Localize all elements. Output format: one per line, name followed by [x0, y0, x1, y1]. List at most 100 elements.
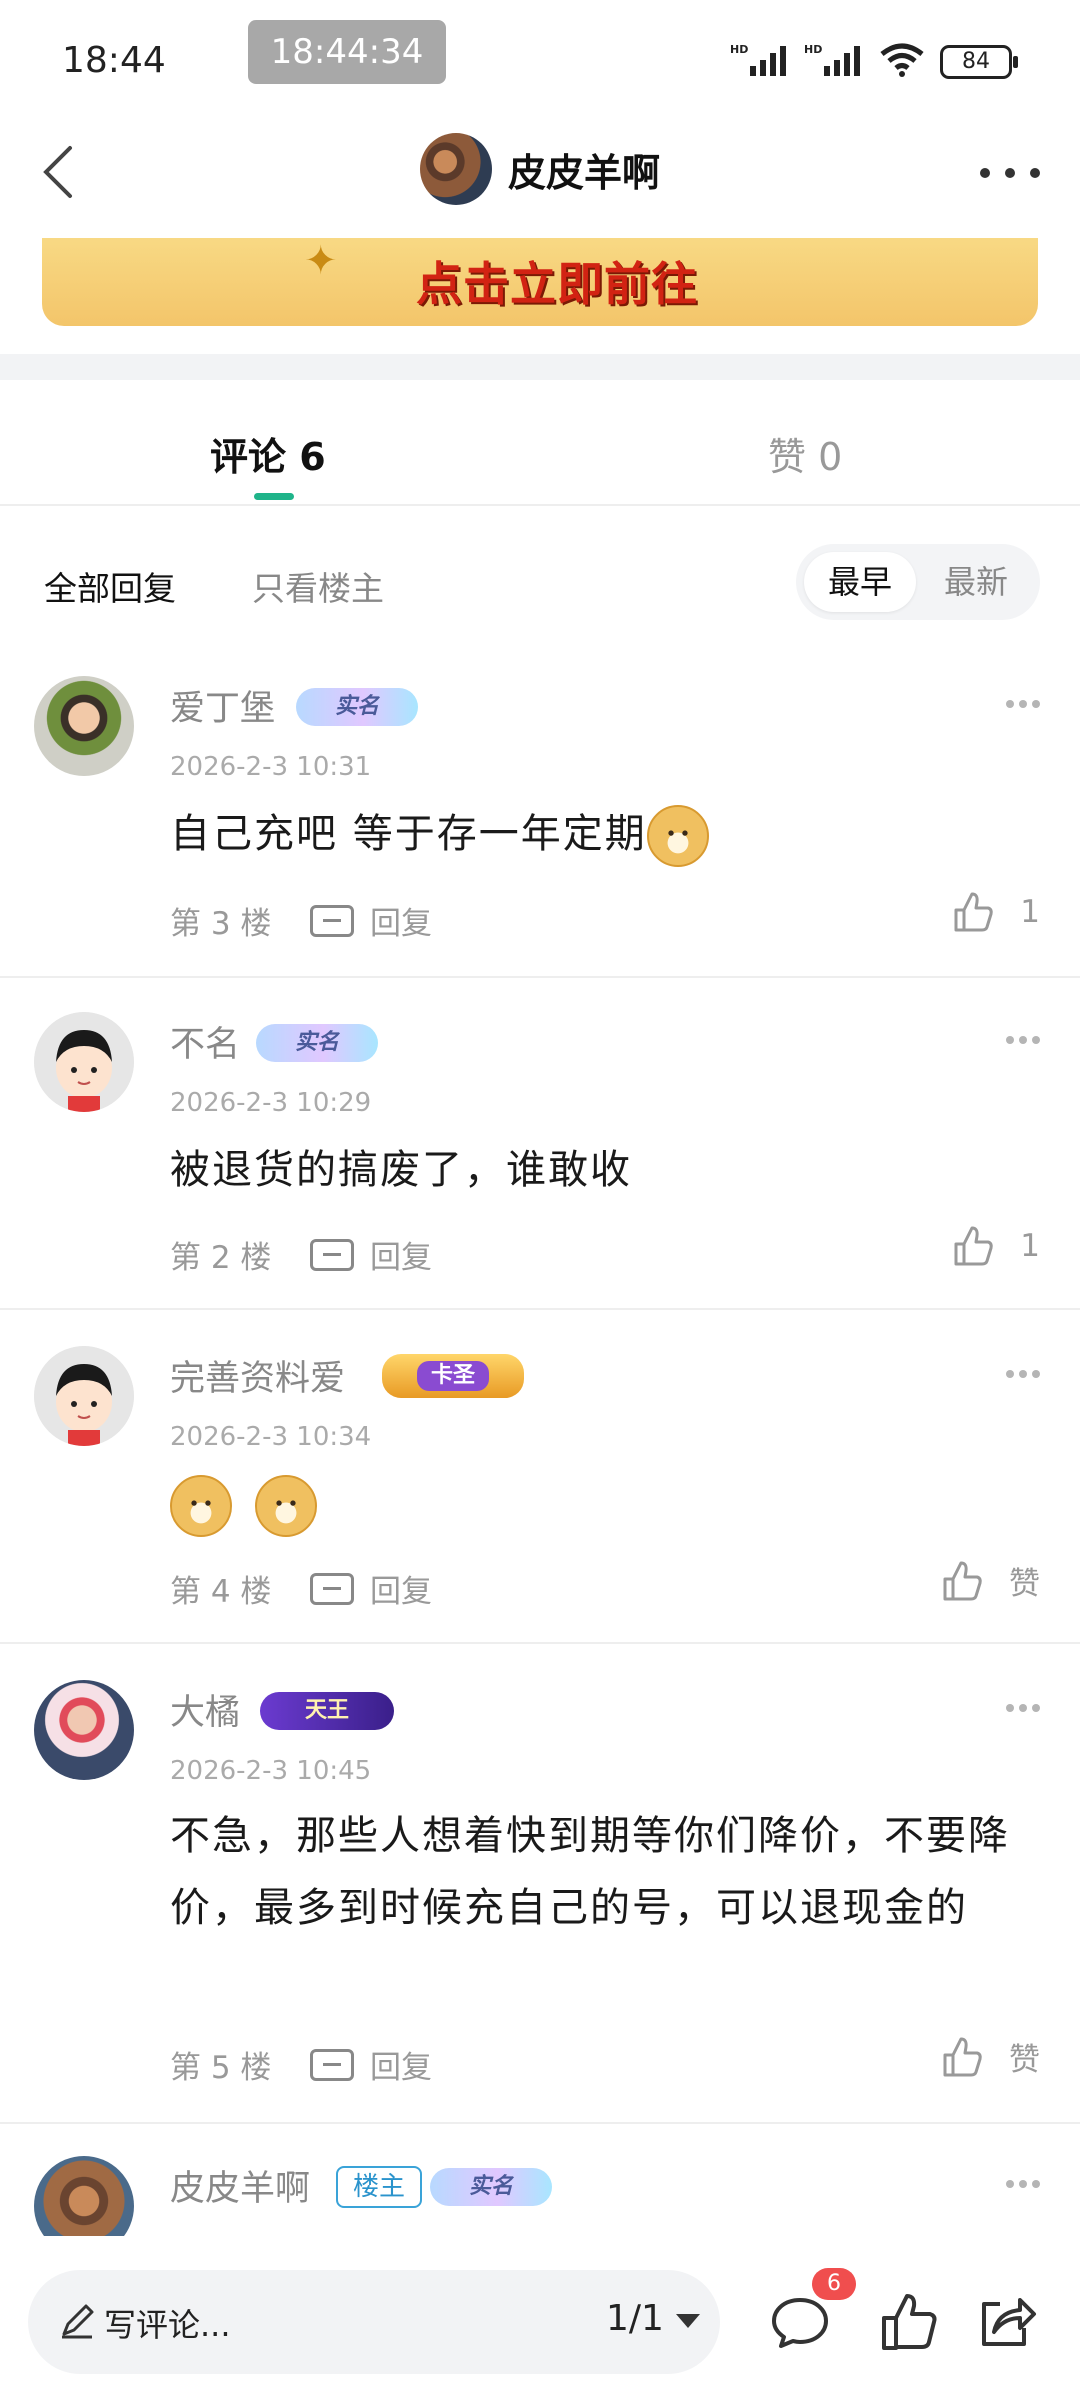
reply-icon[interactable]: [310, 2048, 354, 2081]
cartoon-avatar-icon: [34, 1346, 134, 1446]
promo-banner[interactable]: ✦ 点击立即前往: [42, 238, 1038, 326]
user-name[interactable]: 不名: [170, 1016, 240, 1067]
badge-label: 卡圣: [416, 1361, 489, 1391]
reply-icon[interactable]: [310, 1572, 354, 1605]
comment-more-button[interactable]: [1006, 1036, 1040, 1044]
comment-input[interactable]: 写评论... 1/1: [28, 2270, 720, 2374]
user-name[interactable]: 完善资料爱: [170, 1350, 345, 1401]
comment-more-button[interactable]: [1006, 1370, 1040, 1378]
avatar[interactable]: [34, 1680, 134, 1780]
status-bar: 18:44 18:44:34 HD HD 84: [0, 0, 1080, 115]
comment-actions: 第 4 楼 回复: [170, 1566, 432, 1611]
comment-actions: 第 2 楼 回复: [170, 1232, 432, 1277]
like-button[interactable]: 赞: [941, 2034, 1040, 2079]
comment-more-button[interactable]: [1006, 1704, 1040, 1712]
comment-item: 爱丁堡 实名 2026-2-3 10:31 自己充吧 等于存一年定期 第 3 楼…: [0, 676, 1080, 978]
doge-emoji-icon: [170, 1475, 232, 1537]
avatar[interactable]: [34, 2156, 134, 2236]
status-time: 18:44: [62, 40, 166, 81]
comment-text: [170, 1468, 1030, 1540]
doge-emoji-icon: [646, 805, 709, 867]
thumbs-up-icon: [954, 892, 993, 932]
reply-button[interactable]: 回复: [370, 2042, 432, 2087]
svg-text:HD: HD: [804, 43, 822, 56]
comment-placeholder: 写评论...: [104, 2306, 231, 2344]
realname-badge: 实名: [430, 2168, 552, 2206]
filter-all-replies[interactable]: 全部回复: [44, 562, 176, 610]
comment-item: 完善资料爱 卡圣 2026-2-3 10:34 第 4 楼 回复 赞: [0, 1346, 1080, 1644]
share-icon[interactable]: [974, 2290, 1038, 2354]
reply-button[interactable]: 回复: [370, 1232, 432, 1277]
svg-text:HD: HD: [730, 43, 748, 56]
comment-text-body: 自己充吧 等于存一年定期: [170, 811, 647, 857]
thumbs-up-icon: [943, 1561, 982, 1600]
floor-label: 第 4 楼: [170, 1574, 272, 1610]
comment-more-button[interactable]: [1006, 2180, 1040, 2188]
filter-row: 全部回复 只看楼主 最早 最新: [0, 540, 1080, 620]
like-label: 赞: [1009, 1566, 1040, 1602]
like-count: 1: [1020, 894, 1040, 930]
comment-time: 2026-2-3 10:45: [170, 1756, 372, 1786]
avatar[interactable]: [34, 1346, 134, 1446]
reply-icon[interactable]: [310, 904, 354, 937]
comment-item: 皮皮羊啊 楼主 实名: [0, 2156, 1080, 2236]
comment-time: 2026-2-3 10:29: [170, 1088, 372, 1118]
realname-badge: 实名: [296, 688, 418, 726]
card-saint-badge: 卡圣: [382, 1354, 524, 1398]
like-button[interactable]: 1: [952, 890, 1040, 934]
thumbs-up-icon: [954, 1226, 993, 1266]
filter-host-only[interactable]: 只看楼主: [252, 562, 384, 610]
sort-toggle: 最早 最新: [796, 544, 1040, 620]
reply-button[interactable]: 回复: [370, 1566, 432, 1611]
page-indicator[interactable]: 1/1: [606, 2298, 664, 2339]
comment-actions: 第 3 楼 回复: [170, 898, 432, 943]
user-name[interactable]: 皮皮羊啊: [170, 2160, 310, 2211]
caret-down-icon[interactable]: [676, 2314, 700, 2328]
floor-label: 第 3 楼: [170, 906, 272, 942]
comment-actions: 第 5 楼 回复: [170, 2042, 432, 2087]
user-name[interactable]: 大橘: [170, 1684, 240, 1735]
tab-likes[interactable]: 赞 0: [768, 426, 842, 481]
section-divider: [0, 354, 1080, 380]
clock-pill: 18:44:34: [248, 20, 446, 84]
like-count: 1: [1020, 1228, 1040, 1264]
comment-time: 2026-2-3 10:34: [170, 1422, 372, 1452]
floor-label: 第 5 楼: [170, 2050, 272, 2086]
signal-icon-2: HD: [804, 42, 864, 82]
comment-time: 2026-2-3 10:31: [170, 752, 372, 782]
thumbs-up-icon: [943, 2037, 982, 2076]
header-user[interactable]: 皮皮羊啊: [0, 133, 1080, 205]
like-button[interactable]: 赞: [941, 1558, 1040, 1603]
realname-badge: 实名: [256, 1024, 378, 1062]
avatar[interactable]: [34, 1012, 134, 1112]
battery-icon: 84: [940, 45, 1018, 79]
tab-bar: 评论 6 赞 0: [0, 380, 1080, 506]
page-title: 皮皮羊啊: [507, 150, 660, 195]
like-button[interactable]: 1: [952, 1224, 1040, 1268]
tab-comments[interactable]: 评论 6: [210, 426, 326, 481]
avatar[interactable]: [34, 676, 134, 776]
comment-text: 不急，那些人想着快到期等你们降价，不要降价，最多到时候充自己的号，可以退现金的: [170, 1813, 1010, 1931]
pencil-icon: [62, 2304, 94, 2339]
king-badge: 天王: [260, 1692, 394, 1730]
host-badge: 楼主: [336, 2166, 422, 2208]
comment-more-button[interactable]: [1006, 700, 1040, 708]
avatar[interactable]: [419, 133, 492, 205]
signal-icon: HD: [730, 42, 790, 82]
reply-icon[interactable]: [310, 1238, 354, 1271]
sort-newest[interactable]: 最新: [920, 552, 1032, 612]
sort-earliest[interactable]: 最早: [804, 552, 916, 612]
comment-bubble-icon[interactable]: [768, 2290, 832, 2354]
comment-item: 不名 实名 2026-2-3 10:29 被退货的搞废了，谁敢收 第 2 楼 回…: [0, 1012, 1080, 1310]
tab-indicator: [254, 493, 294, 500]
status-icons: HD HD 84: [730, 40, 1018, 84]
cartoon-avatar-icon: [34, 1012, 134, 1112]
sparkle-icon: ✦: [304, 238, 338, 284]
user-name[interactable]: 爱丁堡: [170, 680, 275, 731]
comment-text: 自己充吧 等于存一年定期: [170, 798, 1030, 870]
bottom-bar: 写评论... 1/1 6: [0, 2236, 1080, 2400]
reply-button[interactable]: 回复: [370, 898, 432, 943]
thumbs-up-icon[interactable]: [876, 2290, 940, 2354]
more-options-button[interactable]: [980, 153, 1040, 193]
comment-item: 大橘 天王 2026-2-3 10:45 不急，那些人想着快到期等你们降价，不要…: [0, 1680, 1080, 2124]
